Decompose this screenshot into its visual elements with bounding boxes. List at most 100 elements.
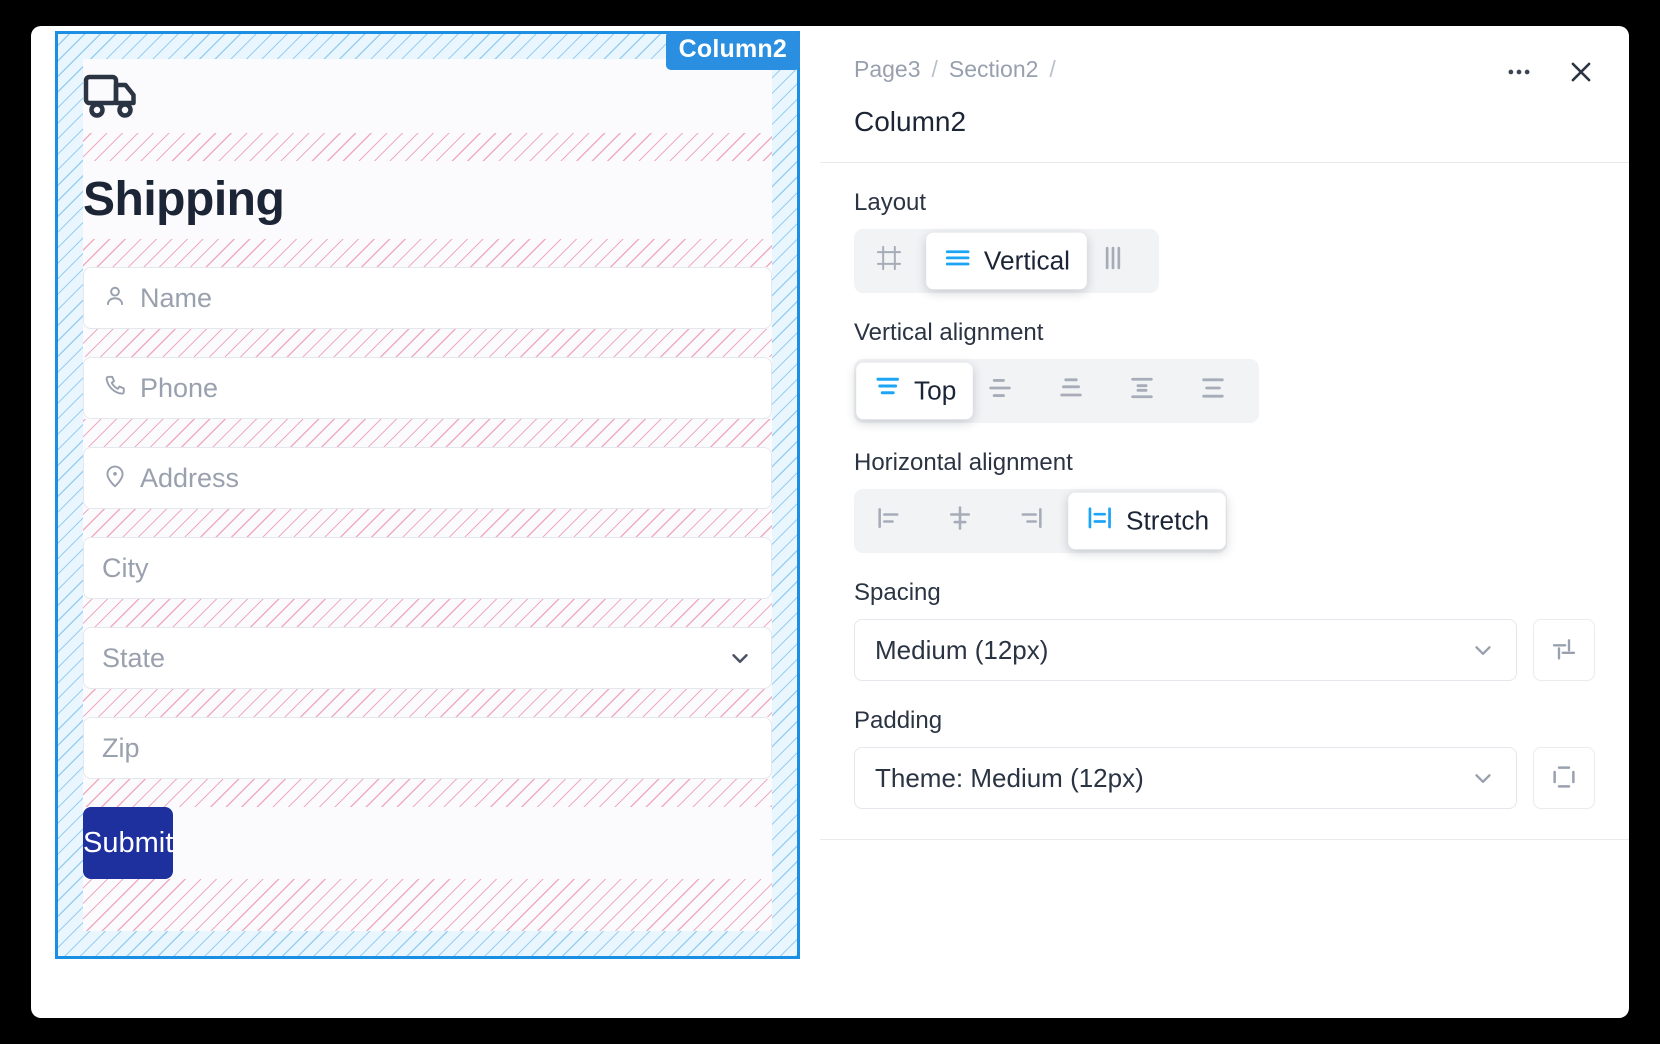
layout-option-free[interactable] — [859, 234, 930, 288]
map-pin-icon — [102, 463, 128, 494]
halign-option-stretch[interactable]: Stretch — [1068, 492, 1226, 550]
breadcrumb-item-page[interactable]: Page3 — [854, 56, 921, 83]
column-content: Shipping Name Phone Address City State Z… — [83, 59, 772, 931]
more-options-icon[interactable] — [1499, 52, 1539, 92]
columns-icon — [1099, 244, 1127, 279]
align-space-between-icon — [1128, 374, 1156, 409]
zip-input[interactable]: Zip — [83, 717, 772, 779]
padding-select[interactable]: Theme: Medium (12px) — [854, 747, 1517, 809]
panel-footer-peek — [820, 840, 1629, 864]
chevron-down-icon — [727, 645, 753, 671]
spacing-row: Medium (12px) — [854, 619, 1595, 681]
valign-option-top[interactable]: Top — [856, 362, 974, 420]
breadcrumb-separator: / — [1049, 55, 1056, 82]
field-wrapper-phone: Phone — [83, 357, 772, 419]
align-top-icon — [873, 373, 902, 410]
spacing-section: Spacing Medium (12px) — [854, 581, 1595, 681]
align-middle-icon — [986, 374, 1014, 409]
breadcrumb-separator: / — [931, 55, 938, 82]
layout-label: Layout — [854, 189, 927, 216]
padding-label: Padding — [854, 707, 943, 734]
properties-panel: Page3 / Section2 / Column2 Layout Vertic… — [820, 26, 1629, 1018]
field-wrapper-state: State — [83, 627, 772, 689]
horizontal-alignment-segmented-control: Stretch — [854, 489, 1228, 553]
sliders-icon — [1549, 634, 1579, 667]
horizontal-alignment-section: Horizontal alignment Stretch — [854, 451, 1595, 553]
padding-value: Theme: Medium (12px) — [875, 762, 1144, 793]
field-wrapper-zip: Zip — [83, 717, 772, 779]
padding-section: Padding Theme: Medium (12px) — [854, 709, 1595, 809]
spacing-gap — [83, 779, 772, 807]
spacing-detail-button[interactable] — [1533, 619, 1595, 681]
phone-input[interactable]: Phone — [83, 357, 772, 419]
state-select[interactable]: State — [83, 627, 772, 689]
align-center-icon — [946, 504, 974, 539]
spacing-gap — [83, 133, 772, 161]
name-input[interactable]: Name — [83, 267, 772, 329]
breadcrumb: Page3 / Section2 / — [854, 52, 1595, 86]
zip-placeholder: Zip — [102, 732, 140, 763]
city-input[interactable]: City — [83, 537, 772, 599]
padding-detail-button[interactable] — [1533, 747, 1595, 809]
state-placeholder: State — [102, 642, 166, 673]
align-right-icon — [1017, 504, 1045, 539]
city-placeholder: City — [102, 552, 149, 583]
field-wrapper-address: Address — [83, 447, 772, 509]
layout-option-vertical[interactable]: Vertical — [926, 232, 1087, 290]
horizontal-alignment-label: Horizontal alignment — [854, 449, 1073, 476]
align-left-icon — [875, 504, 903, 539]
spacing-gap — [83, 239, 772, 267]
phone-icon — [102, 373, 128, 404]
name-placeholder: Name — [140, 282, 213, 313]
selected-column-container[interactable]: Column2 Shipping Name Phone Address City… — [55, 31, 800, 959]
breadcrumb-item-section[interactable]: Section2 — [949, 56, 1039, 83]
page-title: Column2 — [854, 106, 967, 137]
layout-option-horizontal[interactable] — [1083, 234, 1154, 288]
vertical-alignment-label: Vertical alignment — [854, 319, 1044, 346]
valign-option-bottom[interactable] — [1041, 364, 1112, 418]
align-bottom-icon — [1057, 374, 1085, 409]
spacing-gap — [83, 509, 772, 537]
valign-option-top-label: Top — [913, 375, 957, 406]
truck-icon — [83, 71, 145, 124]
truck-icon-row — [83, 59, 772, 133]
address-input[interactable]: Address — [83, 447, 772, 509]
layout-segmented-control: Vertical — [854, 229, 1159, 293]
spacing-gap — [83, 419, 772, 447]
form-title: Shipping — [83, 173, 285, 226]
vertical-alignment-segmented-control: Top — [854, 359, 1260, 423]
panel-header: Page3 / Section2 / Column2 — [820, 26, 1629, 136]
spacing-gap — [83, 329, 772, 357]
panel-actions — [1499, 52, 1601, 92]
person-icon — [102, 283, 128, 314]
halign-option-center[interactable] — [930, 494, 1001, 548]
align-stretch-v-icon — [1199, 374, 1227, 409]
halign-option-stretch-label: Stretch — [1125, 505, 1210, 536]
valign-option-space-between[interactable] — [1112, 364, 1183, 418]
layout-option-vertical-label: Vertical — [983, 245, 1071, 276]
vertical-alignment-section: Vertical alignment Top — [854, 321, 1595, 423]
valign-option-stretch[interactable] — [1183, 364, 1254, 418]
field-wrapper-city: City — [83, 537, 772, 599]
layout-section: Layout Vertical — [854, 191, 1595, 293]
valign-option-middle[interactable] — [970, 364, 1041, 418]
spacing-label: Spacing — [854, 579, 941, 606]
spacing-select[interactable]: Medium (12px) — [854, 619, 1517, 681]
panel-body: Layout Vertical Vertical alignment Top H… — [820, 163, 1629, 809]
halign-option-left[interactable] — [859, 494, 930, 548]
address-placeholder: Address — [140, 462, 240, 493]
spacing-gap — [83, 689, 772, 717]
rows-icon — [943, 243, 972, 280]
frame-icon — [875, 244, 903, 279]
form-title-row: Shipping — [83, 161, 772, 239]
app-screen: Column2 Shipping Name Phone Address City… — [0, 0, 1660, 1044]
submit-wrapper: Submit — [83, 807, 772, 879]
chevron-down-icon — [1470, 637, 1496, 663]
submit-button[interactable]: Submit — [83, 807, 174, 879]
close-icon[interactable] — [1561, 52, 1601, 92]
canvas-area: Column2 Shipping Name Phone Address City… — [31, 26, 820, 1018]
halign-option-right[interactable] — [1001, 494, 1072, 548]
padding-box-icon — [1549, 762, 1579, 795]
align-stretch-h-icon — [1085, 503, 1114, 540]
phone-placeholder: Phone — [140, 372, 219, 403]
